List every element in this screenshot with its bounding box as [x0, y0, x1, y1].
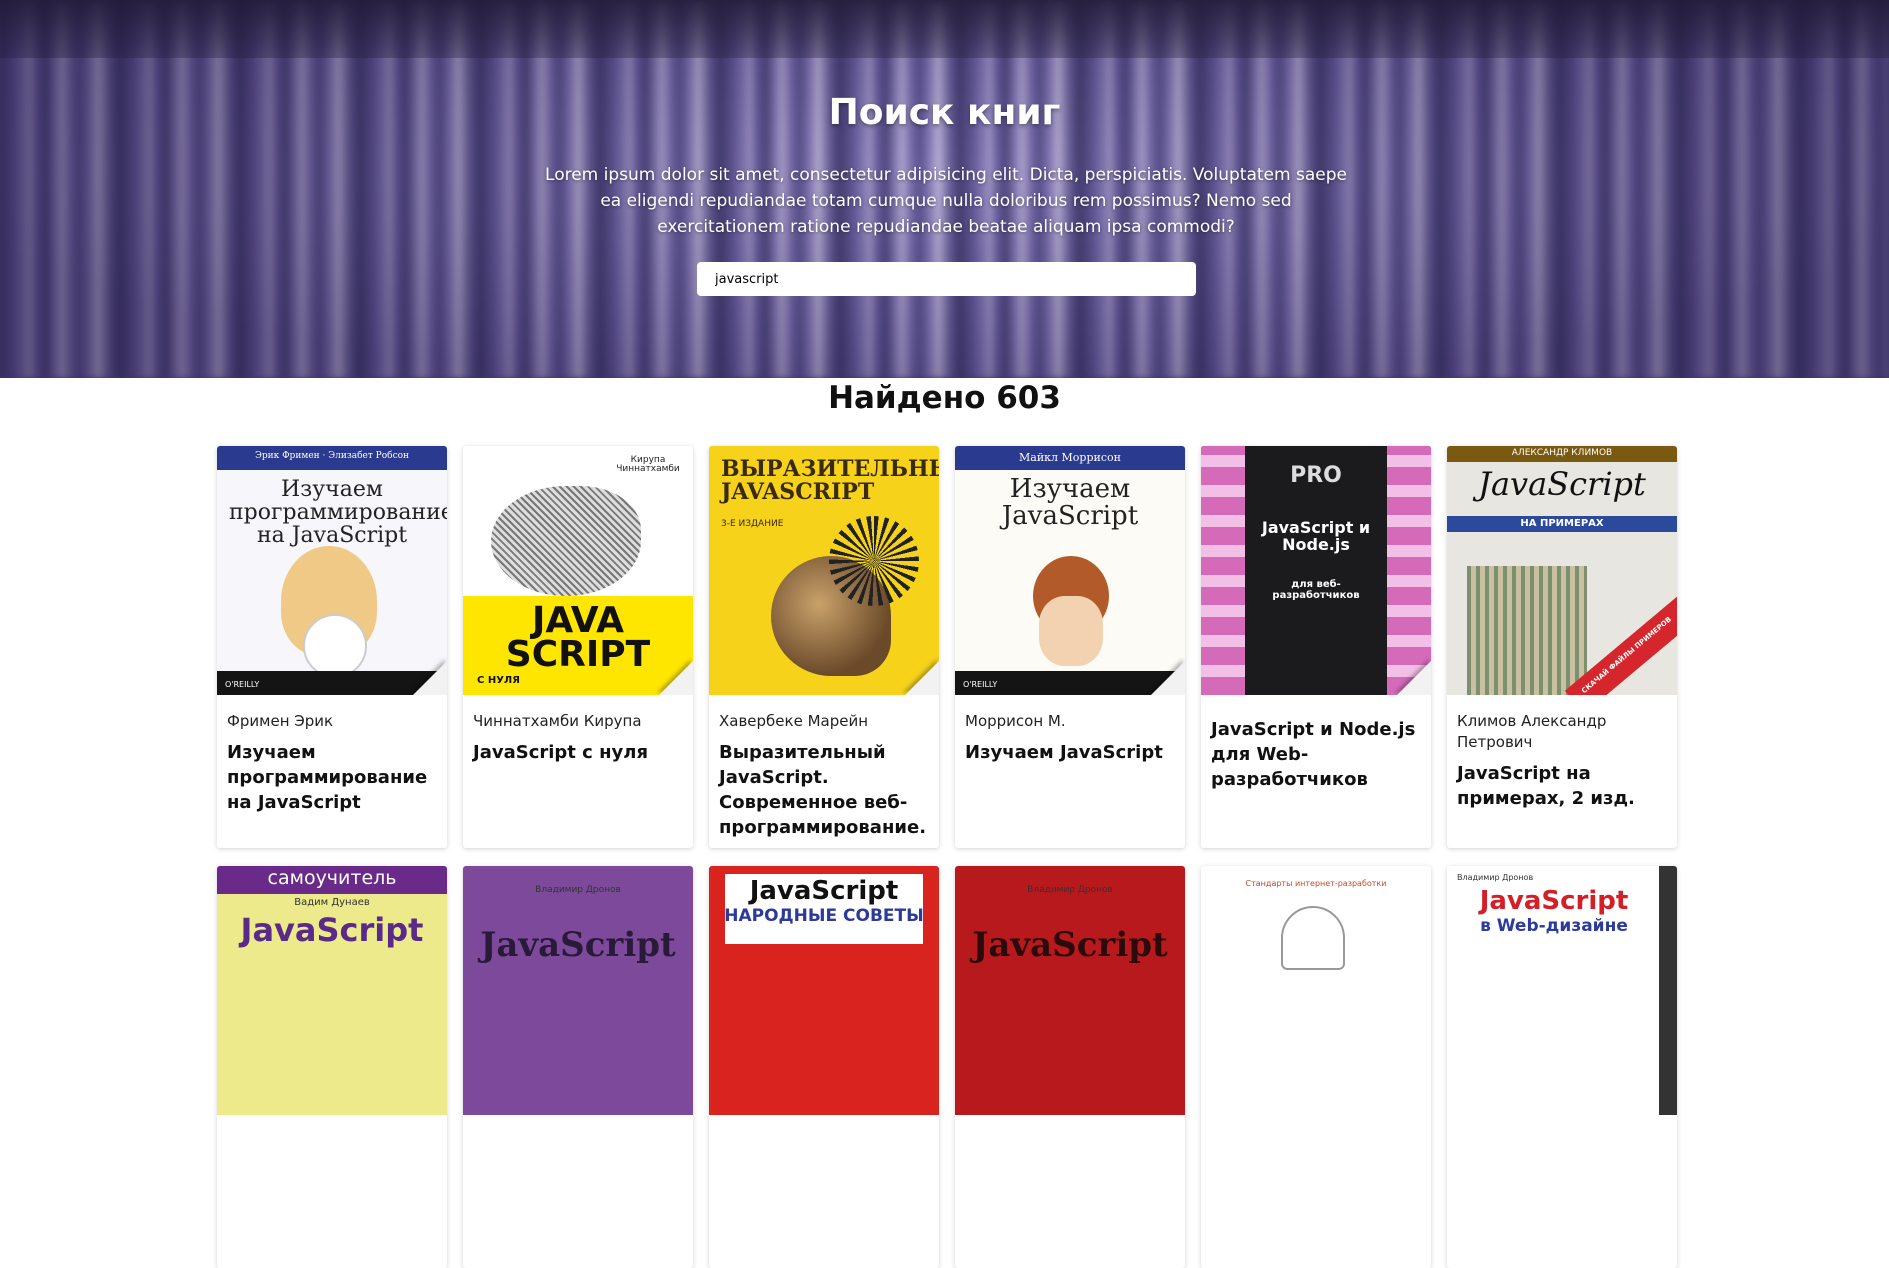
book-title[interactable]: JavaScript с нуля [473, 740, 683, 765]
book-card[interactable]: самоучитель Вадим Дунаев JavaScript [217, 866, 447, 1268]
book-card[interactable]: Владимир Дронов JavaScript в Web-дизайне [1447, 866, 1677, 1268]
book-cover[interactable]: Владимир Дронов JavaScript в Web-дизайне [1447, 866, 1677, 1115]
book-grid: Эрик Фримен · Элизабет Робсон Изучаем пр… [217, 446, 1677, 1268]
book-cover[interactable]: Эрик Фримен · Элизабет Робсон Изучаем пр… [217, 446, 447, 695]
book-card[interactable]: Владимир Дронов JavaScript [955, 866, 1185, 1268]
book-author: Хавербеке Марейн [719, 712, 869, 730]
book-card[interactable]: АЛЕКСАНДР КЛИМОВ JavaScript НА ПРИМЕРАХ … [1447, 446, 1677, 848]
book-cover[interactable]: Владимир Дронов JavaScript [463, 866, 693, 1115]
book-card[interactable]: JavaScript НАРОДНЫЕ СОВЕТЫ [709, 866, 939, 1268]
book-author: Чиннатхамби Кирупа [473, 712, 642, 730]
book-author: Фримен Эрик [227, 712, 334, 730]
search-input[interactable] [697, 262, 1196, 296]
book-author: Моррисон М. [965, 712, 1066, 730]
book-cover[interactable]: JavaScript НАРОДНЫЕ СОВЕТЫ [709, 866, 939, 1115]
book-title[interactable]: Изучаем JavaScript [965, 740, 1175, 765]
book-cover[interactable]: ВЫРАЗИТЕЛЬНЫЙ JAVASCRIPT 3-Е ИЗДАНИЕ [709, 446, 939, 695]
book-cover[interactable]: АЛЕКСАНДР КЛИМОВ JavaScript НА ПРИМЕРАХ … [1447, 446, 1677, 695]
book-card[interactable]: Майкл Моррисон Изучаем JavaScript O'REIL… [955, 446, 1185, 848]
book-card[interactable]: PRO JavaScript и Node.js для веб-разрабо… [1201, 446, 1431, 848]
book-card[interactable]: Владимир Дронов JavaScript [463, 866, 693, 1268]
book-title[interactable]: JavaScript на примерах, 2 изд. [1457, 761, 1667, 811]
hero-banner: Поиск книг Lorem ipsum dolor sit amet, c… [0, 0, 1889, 378]
book-cover[interactable]: Майкл Моррисон Изучаем JavaScript O'REIL… [955, 446, 1185, 695]
book-card[interactable]: ВЫРАЗИТЕЛЬНЫЙ JAVASCRIPT 3-Е ИЗДАНИЕ Хав… [709, 446, 939, 848]
page-title: Поиск книг [828, 92, 1061, 133]
book-card[interactable]: Эрик Фримен · Элизабет Робсон Изучаем пр… [217, 446, 447, 848]
book-card[interactable]: Кирупа Чиннатхамби JAVA SCRIPT С НУЛЯ Чи… [463, 446, 693, 848]
results-count: Найдено 603 [828, 380, 1061, 416]
book-cover[interactable]: Кирупа Чиннатхамби JAVA SCRIPT С НУЛЯ [463, 446, 693, 695]
book-cover[interactable]: самоучитель Вадим Дунаев JavaScript [217, 866, 447, 1115]
book-cover[interactable]: Стандарты интернет-разработки [1201, 866, 1431, 1115]
hero-description: Lorem ipsum dolor sit amet, consectetur … [545, 165, 1347, 237]
book-cover[interactable]: PRO JavaScript и Node.js для веб-разрабо… [1201, 446, 1431, 695]
book-title[interactable]: JavaScript и Node.js для Web-разработчик… [1211, 717, 1421, 792]
book-cover[interactable]: Владимир Дронов JavaScript [955, 866, 1185, 1115]
book-author: Климов Александр Петрович [1457, 712, 1607, 751]
book-title[interactable]: Изучаем программирование на JavaScript [227, 740, 437, 815]
book-title[interactable]: Выразительный JavaScript. Современное ве… [719, 740, 929, 840]
book-card[interactable]: Стандарты интернет-разработки [1201, 866, 1431, 1268]
